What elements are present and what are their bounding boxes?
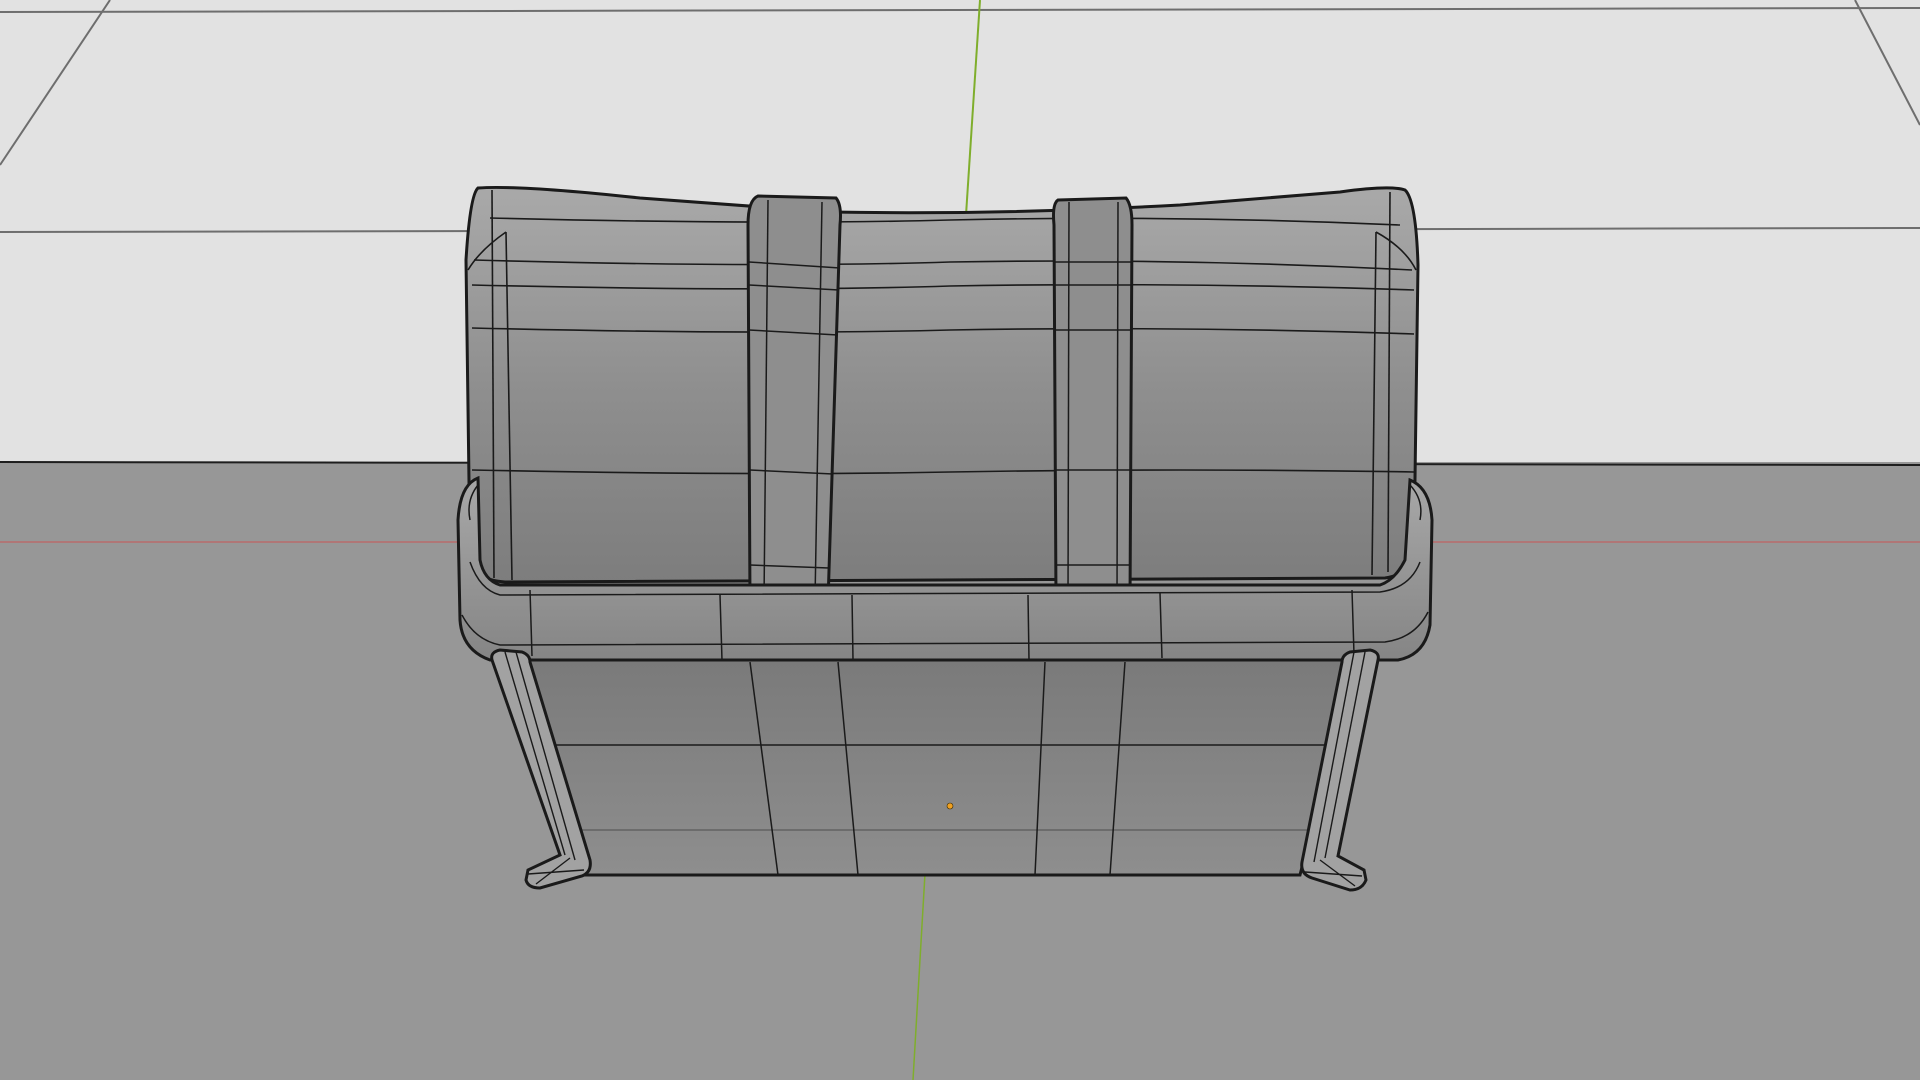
chest-lid[interactable] [464, 185, 1420, 584]
strap-right[interactable] [1052, 196, 1134, 604]
3d-viewport[interactable] [0, 0, 1920, 1080]
strap-left[interactable] [746, 194, 842, 604]
object-origin-point[interactable] [946, 802, 954, 810]
viewport-canvas[interactable] [0, 0, 1920, 1080]
chest-base[interactable] [518, 658, 1357, 877]
chest-model[interactable] [456, 185, 1434, 892]
